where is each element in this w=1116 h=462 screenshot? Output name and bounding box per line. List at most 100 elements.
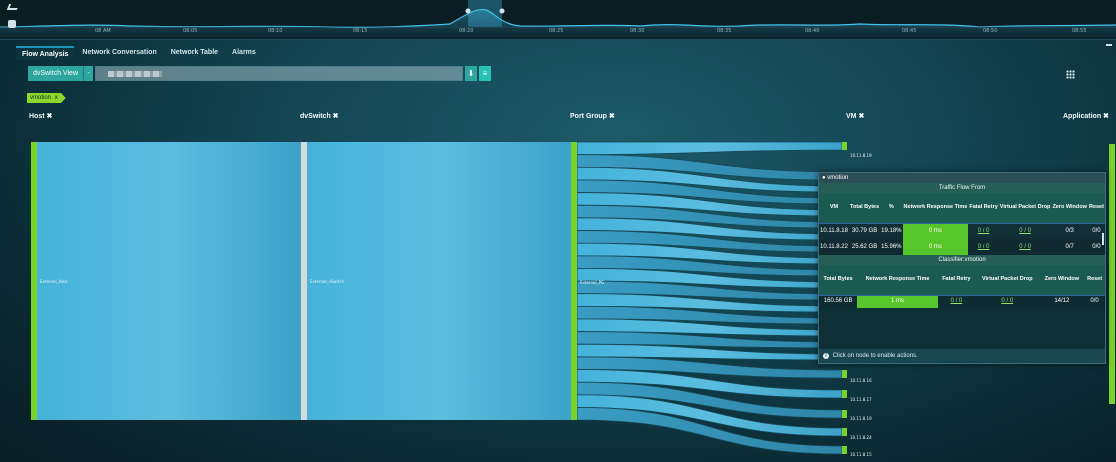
flow-dvswitch-portgroup[interactable] xyxy=(306,142,574,420)
node-label-vm: 10.11.8.17 xyxy=(850,397,872,402)
classifier-cell-bytes: 160.56 GB xyxy=(819,294,858,308)
popover-title: ● vmotion xyxy=(819,173,1105,183)
info-icon: i xyxy=(823,353,829,359)
popover-footer-text: Click on node to enable actions. xyxy=(832,353,918,359)
timeline-chart[interactable]: 08 AM 08:05 08:10 08:15 08:20 08:25 08:30 08:35… xyxy=(0,0,1116,40)
filter-tag[interactable]: vmotion x xyxy=(27,93,66,103)
flow-portgroup-vm[interactable] xyxy=(576,141,843,156)
node-application[interactable] xyxy=(1109,144,1115,404)
timeline-tick-label: 08:30 xyxy=(630,28,645,34)
view-dropdown-button[interactable]: - xyxy=(83,66,94,81)
column-header-vm[interactable]: VM ✖ xyxy=(846,112,864,120)
node-host[interactable] xyxy=(31,142,37,420)
node-label-host: External_Host xyxy=(40,279,68,284)
table-row[interactable]: 10.11.8.18 30.79 GB 19.18% 0 ms 0 / 00 / 0 0/… xyxy=(819,222,1105,239)
column-header-portgroup[interactable]: Port Group ✖ xyxy=(570,112,615,120)
filter-value-redacted xyxy=(108,71,163,77)
tab-alarms[interactable]: Alarms xyxy=(226,46,262,60)
timeline-tick-label: 08:40 xyxy=(805,28,820,34)
table-cell-zero: 0/7 xyxy=(1051,239,1088,255)
tab-bar: Flow Analysis Network Conversation Network… xyxy=(16,46,262,60)
traffic-table-header[interactable]: Total Bytes xyxy=(848,193,881,223)
classifier-cell-zero: 14/12 xyxy=(1039,294,1085,308)
node-vm[interactable] xyxy=(842,410,847,418)
node-label-vm: 10.11.8.15 xyxy=(850,452,872,457)
column-header-application[interactable]: Application ✖ xyxy=(1063,112,1109,120)
traffic-table-header[interactable]: Network Response Time xyxy=(902,193,969,223)
flow-host-dvswitch[interactable] xyxy=(36,142,304,420)
filter-input[interactable] xyxy=(95,66,464,81)
timeline-axis: 08 AM 08:05 08:10 08:15 08:20 08:25 08:30 08:35… xyxy=(0,28,1116,38)
traffic-table-header[interactable]: Fatal Retry xyxy=(968,193,999,223)
popover-scrollbar[interactable] xyxy=(1102,233,1104,245)
node-dvswitch[interactable] xyxy=(301,142,307,420)
traffic-table-header[interactable]: VM xyxy=(819,193,849,223)
traffic-table-header[interactable]: Reset xyxy=(1087,193,1105,223)
grid-menu-icon[interactable] xyxy=(1066,70,1075,79)
timeline-tick-label: 08:50 xyxy=(983,28,998,34)
node-vm[interactable] xyxy=(842,428,847,436)
classifier-cell-reset: 0/0 xyxy=(1084,294,1105,308)
timeline-tick-label: 08:05 xyxy=(183,28,198,34)
classifier-table-header[interactable]: Virtual Packet Drop xyxy=(975,265,1040,295)
flows-portgroup-vm xyxy=(576,141,843,455)
tab-network-conversation[interactable]: Network Conversation xyxy=(76,46,162,60)
classifier-table-header[interactable]: Reset xyxy=(1084,265,1105,295)
table-cell-pct: 19.18% xyxy=(880,222,903,239)
classifier-cell-fatal[interactable]: 0 / 0 xyxy=(937,294,976,308)
timeline-tick-label: 08:25 xyxy=(549,28,564,34)
comment-icon: ● xyxy=(822,175,826,181)
section-traffic-flow: Traffic Flow From xyxy=(819,183,1105,193)
node-label-vm: 10.11.8.19 xyxy=(850,153,872,158)
classifier-table-header[interactable]: Fatal Retry xyxy=(937,265,976,295)
table-cell-drop[interactable]: 0 / 0 xyxy=(998,239,1052,255)
classifier-cell-drop[interactable]: 0 / 0 xyxy=(975,294,1040,308)
table-cell-vm: 10.11.8.22 xyxy=(819,239,849,255)
node-vm[interactable] xyxy=(842,390,847,398)
timeline-tick-label: 08:10 xyxy=(268,28,283,34)
table-row[interactable]: 10.11.8.22 25.62 GB 15.96% 0 ms 0 / 00 / 0 0/… xyxy=(819,239,1105,255)
tab-network-table[interactable]: Network Table xyxy=(165,46,224,60)
traffic-table-header[interactable]: Virtual Packet Drop xyxy=(998,193,1052,223)
timeline-tick-label: 08:45 xyxy=(902,28,917,34)
download-icon[interactable]: ⬇ xyxy=(465,66,478,81)
node-label-vm: 10.11.8.24 xyxy=(850,435,872,440)
classifier-table: Total Bytes Network Response Time Fatal Re… xyxy=(819,265,1105,308)
node-vm[interactable] xyxy=(842,142,847,150)
node-label-vm: 10.11.8.19 xyxy=(850,416,872,421)
classifier-table-header[interactable]: Total Bytes xyxy=(819,265,858,295)
node-portgroup[interactable] xyxy=(571,142,577,420)
table-cell-fatal[interactable]: 0 / 0 xyxy=(968,239,999,255)
app-root: 08 AM 08:05 08:10 08:15 08:20 08:25 08:30 08:35… xyxy=(0,0,1116,462)
traffic-table-header[interactable]: % xyxy=(880,193,903,223)
popover-footer: i Click on node to enable actions. xyxy=(819,349,1105,363)
table-cell-fatal[interactable]: 0 / 0 xyxy=(968,222,999,239)
menu-icon[interactable]: ≡ xyxy=(479,66,492,81)
node-vm[interactable] xyxy=(842,446,847,454)
node-label-dvswitch: External_vSwitch xyxy=(310,279,345,284)
table-cell-rt: 0 ms xyxy=(902,239,969,255)
filter-bar: dvSwitch View - ⬇ ≡ xyxy=(28,66,492,81)
node-label-vm: 10.11.8.16 xyxy=(850,378,872,383)
node-vm[interactable] xyxy=(842,370,847,378)
timeline-tick-label: 08:20 xyxy=(459,28,474,34)
classifier-table-header[interactable]: Zero Window xyxy=(1039,265,1085,295)
timeline-toggle-icon[interactable] xyxy=(8,20,16,28)
view-selector-button[interactable]: dvSwitch View xyxy=(28,66,84,81)
timeline-tick-label: 08:15 xyxy=(353,28,368,34)
traffic-popover: ● vmotion Traffic Flow From VM Total Byte… xyxy=(818,172,1106,364)
table-cell-bytes: 25.62 GB xyxy=(848,239,881,255)
timeline-tick-label: 08:35 xyxy=(717,28,732,34)
traffic-table-header[interactable]: Zero Window xyxy=(1051,193,1088,223)
table-cell-vm: 10.11.8.18 xyxy=(819,222,849,239)
classifier-table-header[interactable]: Network Response Time xyxy=(857,265,938,295)
section-classifier: Classifier:vmotion xyxy=(819,255,1105,265)
column-header-dvswitch[interactable]: dvSwitch ✖ xyxy=(300,112,339,120)
table-cell-drop[interactable]: 0 / 0 xyxy=(998,222,1052,239)
filter-tag-close-icon[interactable]: x xyxy=(55,95,58,101)
tab-flow-analysis[interactable]: Flow Analysis xyxy=(16,46,75,60)
traffic-flow-table: VM Total Bytes% Network Response Time Fatal… xyxy=(819,193,1105,255)
table-cell-zero: 0/3 xyxy=(1051,222,1088,239)
minimize-icon[interactable] xyxy=(1106,44,1112,46)
column-header-host[interactable]: Host ✖ xyxy=(29,112,52,120)
